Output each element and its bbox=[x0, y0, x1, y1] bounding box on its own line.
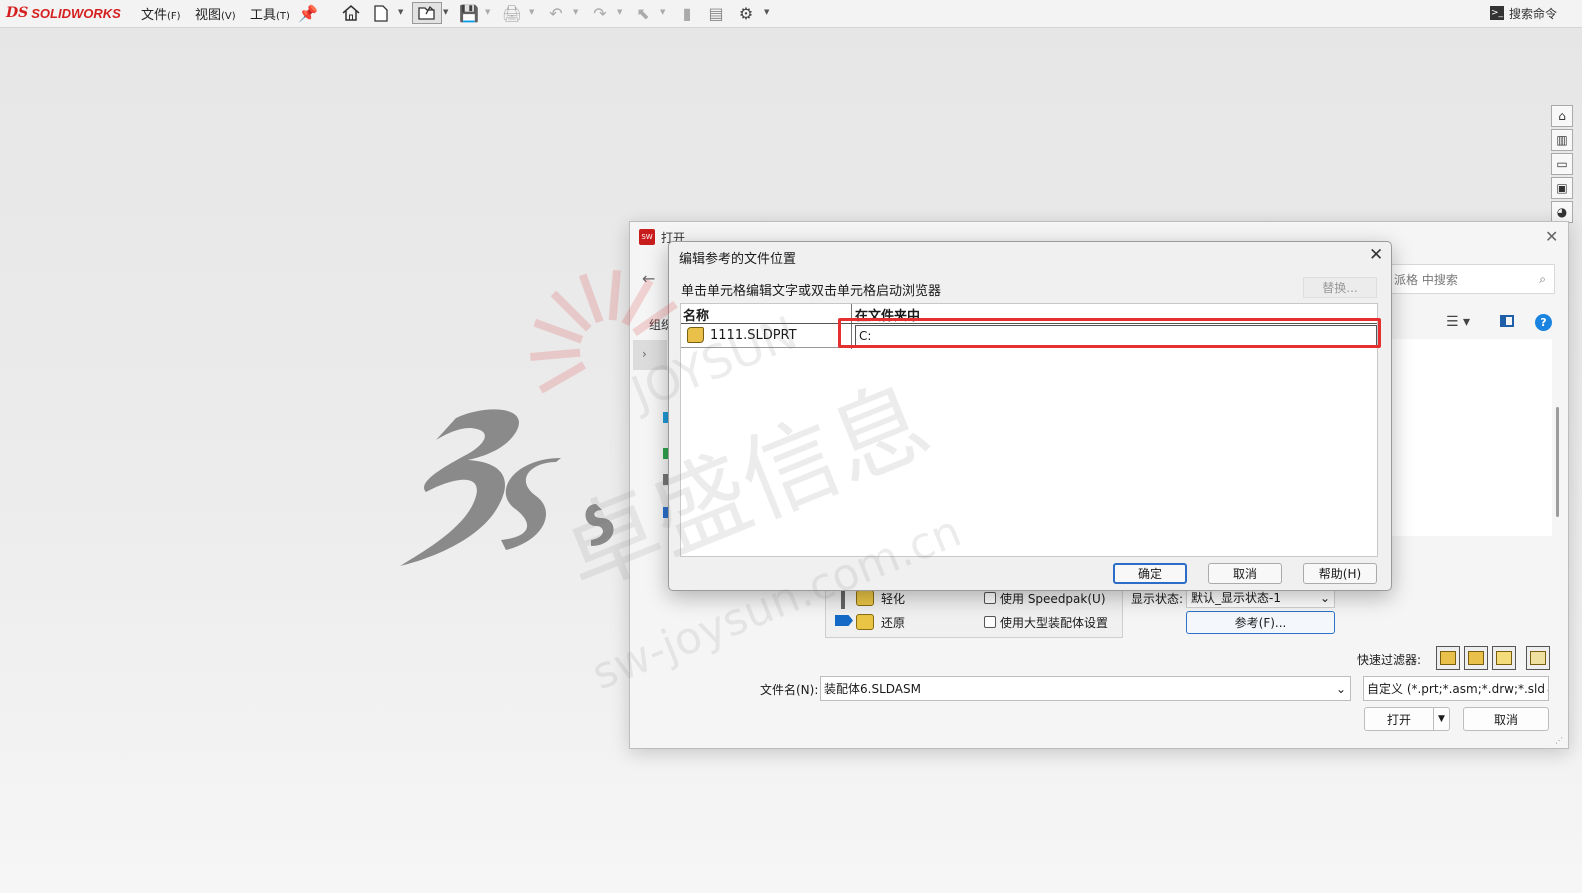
open-dropdown-icon[interactable]: ▼ bbox=[443, 8, 451, 18]
redo-dropdown-icon[interactable]: ▼ bbox=[617, 8, 625, 18]
filter-top-level-assemblies-icon[interactable] bbox=[1526, 646, 1550, 670]
save-dropdown-icon[interactable]: ▼ bbox=[485, 8, 493, 18]
file-properties-icon[interactable]: ▤ bbox=[705, 2, 727, 24]
column-header-name[interactable]: 名称 bbox=[683, 305, 709, 324]
solidworks-logo[interactable]: DS SOLIDWORKS bbox=[6, 3, 121, 23]
taskpane-file-explorer-icon[interactable]: ▭ bbox=[1551, 153, 1573, 175]
menu-view[interactable]: 视图(V) bbox=[195, 4, 236, 23]
quick-filter-label: 快速过滤器: bbox=[1357, 653, 1422, 667]
preview-pane-icon[interactable] bbox=[1500, 315, 1514, 327]
filter-drawings-icon[interactable] bbox=[1492, 646, 1516, 670]
ref-dialog-title: 编辑参考的文件位置 bbox=[679, 252, 797, 267]
new-document-icon[interactable] bbox=[370, 2, 392, 24]
checkbox-box[interactable] bbox=[984, 592, 996, 604]
open-folder-icon[interactable] bbox=[412, 2, 442, 24]
annotation-highlight-box bbox=[838, 318, 1381, 348]
nav-tree-selected-item[interactable] bbox=[633, 340, 667, 370]
file-list-scrollbar[interactable] bbox=[1556, 407, 1559, 517]
ds-logo-mark: DS bbox=[6, 5, 29, 21]
file-name-input[interactable]: 装配体6.SLDASM ⌄ bbox=[820, 676, 1351, 701]
redo-icon[interactable]: ↷ bbox=[589, 2, 611, 24]
solidworks-wordmark: SOLIDWORKS bbox=[31, 5, 121, 21]
checkbox-box[interactable] bbox=[984, 616, 996, 628]
rebuild-icon[interactable]: ▮ bbox=[676, 2, 698, 24]
taskpane-home-icon[interactable]: ⌂ bbox=[1551, 105, 1573, 127]
view-options-icon[interactable]: ☰ ▾ bbox=[1446, 314, 1470, 330]
chevron-down-icon: ⌄ bbox=[1545, 682, 1548, 696]
lightweight-mode[interactable]: 轻化 bbox=[856, 588, 905, 608]
taskpane-design-library-icon[interactable]: ▥ bbox=[1551, 129, 1573, 151]
options-dropdown-icon[interactable]: ▼ bbox=[764, 8, 772, 18]
ref-dialog-close-icon[interactable]: ✕ bbox=[1369, 245, 1383, 265]
back-arrow-icon[interactable]: ← bbox=[642, 269, 655, 288]
select-cursor-icon[interactable]: ⬉ bbox=[632, 2, 654, 24]
terminal-icon: >_ bbox=[1490, 6, 1504, 20]
menu-file[interactable]: 文件(F) bbox=[141, 4, 181, 23]
open-dialog-close-icon[interactable]: ✕ bbox=[1545, 227, 1558, 246]
display-state-label: 显示状态: bbox=[1131, 592, 1184, 606]
cancel-button[interactable]: 取消 bbox=[1208, 563, 1282, 584]
solidworks-app-icon: SW bbox=[639, 229, 655, 245]
part-file-icon bbox=[687, 327, 704, 343]
search-icon: ⌕ bbox=[1539, 271, 1546, 286]
help-button[interactable]: 帮助(H) bbox=[1303, 563, 1377, 584]
filter-assemblies-icon[interactable] bbox=[1464, 646, 1488, 670]
file-list[interactable] bbox=[1390, 339, 1552, 536]
open-button[interactable]: 打开 ▼ bbox=[1364, 707, 1450, 731]
speedpak-checkbox[interactable]: 使用 Speedpak(U) bbox=[984, 588, 1106, 608]
open-split-dropdown-icon[interactable]: ▼ bbox=[1433, 708, 1449, 730]
undo-icon[interactable]: ↶ bbox=[545, 2, 567, 24]
menu-tools[interactable]: 工具(T) bbox=[250, 4, 290, 23]
new-dropdown-icon[interactable]: ▼ bbox=[398, 8, 406, 18]
menu-bar: DS SOLIDWORKS 文件(F) 视图(V) 工具(T) 📌 ▼ ▼ 💾 … bbox=[0, 0, 1582, 28]
large-assembly-checkbox[interactable]: 使用大型装配体设置 bbox=[984, 612, 1108, 632]
reference-name-cell[interactable]: 1111.SLDPRT bbox=[710, 328, 797, 343]
references-button[interactable]: 参考(F)... bbox=[1186, 611, 1335, 634]
undo-dropdown-icon[interactable]: ▼ bbox=[573, 8, 581, 18]
help-icon[interactable]: ? bbox=[1535, 314, 1552, 331]
edit-references-dialog: 编辑参考的文件位置 ✕ 单击单元格编辑文字或双击单元格启动浏览器 替换... 名… bbox=[668, 241, 1392, 591]
resolve-selected-marker-icon bbox=[835, 615, 853, 626]
print-dropdown-icon[interactable]: ▼ bbox=[529, 8, 537, 18]
home-icon[interactable] bbox=[340, 2, 362, 24]
open-cancel-button[interactable]: 取消 bbox=[1463, 707, 1549, 731]
file-name-label: 文件名(N): bbox=[760, 683, 819, 697]
chevron-down-icon: ⌄ bbox=[1319, 590, 1330, 605]
chevron-down-icon: ⌄ bbox=[1335, 681, 1346, 696]
select-dropdown-icon[interactable]: ▼ bbox=[660, 8, 668, 18]
taskpane-view-palette-icon[interactable]: ▣ bbox=[1551, 177, 1573, 199]
options-gear-icon[interactable]: ⚙ bbox=[735, 2, 757, 24]
save-icon[interactable]: 💾 bbox=[458, 2, 480, 24]
file-type-select[interactable]: 自定义 (*.prt;*.asm;*.drw;*.sld ⌄ bbox=[1363, 676, 1549, 701]
taskpane-appearances-icon[interactable]: ◕ bbox=[1551, 201, 1573, 223]
pin-icon[interactable]: 📌 bbox=[297, 2, 319, 24]
expand-chevron-icon[interactable]: › bbox=[642, 347, 647, 361]
search-commands[interactable]: >_ 搜索命令 bbox=[1490, 1, 1582, 25]
ok-button[interactable]: 确定 bbox=[1113, 563, 1187, 584]
resolve-mode[interactable]: 还原 bbox=[856, 612, 905, 632]
replace-button[interactable]: 替换... bbox=[1303, 277, 1377, 298]
resize-grip-icon[interactable]: ⋰ bbox=[1555, 736, 1563, 745]
ref-instruction-text: 单击单元格编辑文字或双击单元格启动浏览器 bbox=[681, 284, 942, 299]
ds-background-logo bbox=[400, 409, 614, 566]
lightweight-icon bbox=[856, 590, 874, 606]
filter-parts-icon[interactable] bbox=[1436, 646, 1460, 670]
resolve-icon bbox=[856, 614, 874, 630]
print-icon[interactable]: 🖨 bbox=[501, 2, 523, 24]
folder-search-box[interactable]: 派格 中搜索 ⌕ bbox=[1385, 264, 1555, 294]
